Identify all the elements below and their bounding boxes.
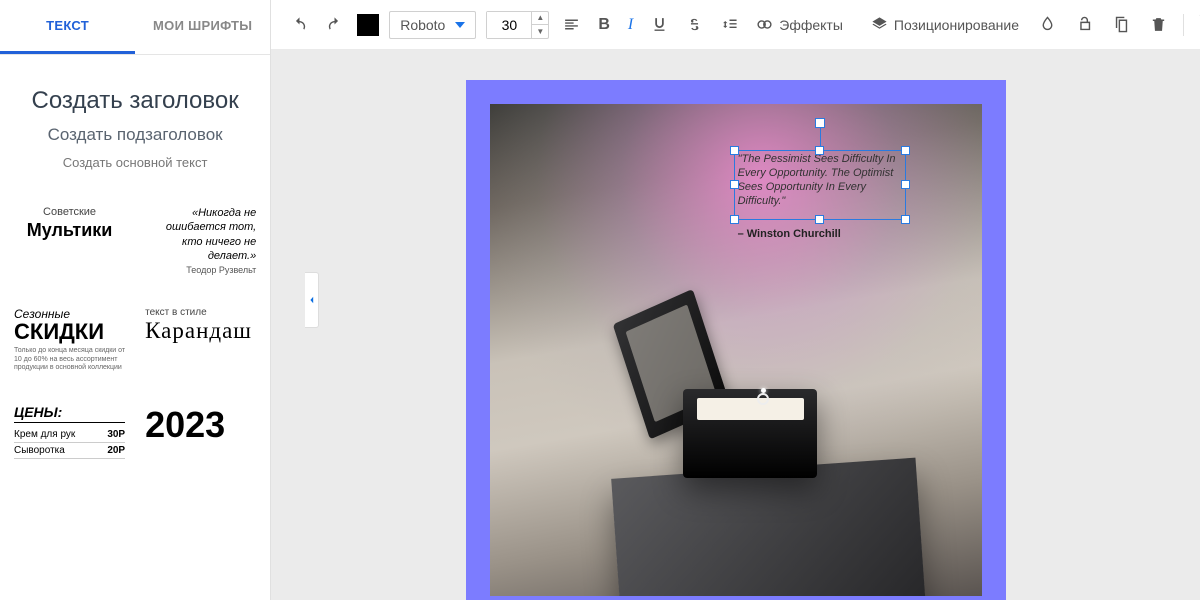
collapse-sidebar-button[interactable] [305,272,319,328]
create-subheading[interactable]: Создать подзаголовок [16,125,254,145]
create-body-text[interactable]: Создать основной текст [16,155,254,170]
align-button[interactable] [559,12,584,37]
template-year[interactable]: 2023 [139,396,262,476]
separator [1183,14,1184,36]
template-text: СКИДКИ [14,321,125,343]
template-text: Мультики [14,220,125,241]
caret-down-icon [455,22,465,28]
price-name: Сыворотка [14,445,65,456]
photo-ring-box [667,330,834,478]
droplet-icon [1039,16,1056,33]
resize-handle-tl[interactable] [730,146,739,155]
italic-button[interactable]: I [624,12,637,38]
text-template-gallery[interactable]: Советские Мультики «Никогда не ошибается… [0,190,270,600]
line-spacing-button[interactable] [717,12,742,37]
layers-icon [871,16,888,33]
canvas-attribution-text[interactable]: – Winston Churchill [738,228,841,240]
font-size-input[interactable]: ▲ ▼ [486,11,549,39]
toolbar-right: Позиционирование [867,12,1184,37]
template-text: 2023 [145,404,256,446]
rotation-handle[interactable] [815,118,825,128]
template-soviet[interactable]: Советские Мультики [8,198,131,283]
undo-button[interactable] [287,12,312,37]
redo-button[interactable] [322,12,347,37]
chevron-left-icon [308,296,316,304]
template-text: ЦЕНЫ: [14,404,125,423]
font-size-field[interactable] [487,12,531,38]
copy-icon [1113,16,1130,33]
list-item: Крем для рук 30Р [14,427,125,443]
template-text: «Никогда не ошибается тот, кто ничего не… [145,206,256,263]
price-name: Крем для рук [14,429,75,440]
canvas-image[interactable]: "The Pessimist Sees Difficulty In Every … [490,104,982,596]
align-left-icon [563,16,580,33]
template-season-sale[interactable]: Сезонные СКИДКИ Только до конца месяца с… [8,299,131,380]
resize-handle-mr[interactable] [901,180,910,189]
template-text: Только до конца месяца скидки от 10 до 6… [14,347,125,372]
resize-handle-bm[interactable] [815,215,824,224]
font-family-select[interactable]: Roboto [389,11,476,39]
effects-button[interactable]: Эффекты [752,12,847,37]
bold-button[interactable]: B [594,12,614,38]
trash-icon [1150,16,1167,33]
strikethrough-icon [686,16,703,33]
bold-icon: B [598,16,610,33]
canvas-viewport[interactable]: "The Pessimist Sees Difficulty In Every … [271,50,1200,600]
lock-button[interactable] [1072,12,1097,37]
resize-handle-ml[interactable] [730,180,739,189]
resize-handle-bl[interactable] [730,215,739,224]
text-style-presets: Создать заголовок Создать подзаголовок С… [0,55,270,190]
template-text: Советские [14,206,125,218]
delete-button[interactable] [1146,12,1171,37]
create-heading[interactable]: Создать заголовок [16,87,254,115]
list-item: Сыворотка 20Р [14,443,125,459]
price-value: 30Р [107,429,125,440]
undo-icon [291,16,308,33]
template-quote[interactable]: «Никогда не ошибается тот, кто ничего не… [139,198,262,283]
italic-icon: I [628,16,633,33]
font-family-value: Roboto [400,17,445,33]
toolbar: Roboto ▲ ▼ B I Эффекты Позиционирование [271,0,1200,50]
photo-pedestal [611,458,930,596]
resize-handle-tm[interactable] [815,146,824,155]
template-text: Карандаш [145,318,256,344]
strikethrough-button[interactable] [682,12,707,37]
main-area: Roboto ▲ ▼ B I Эффекты Позиционирование [271,0,1200,600]
line-spacing-icon [721,16,738,33]
underline-button[interactable] [647,12,672,37]
size-spinner: ▲ ▼ [531,12,548,38]
template-text: Теодор Рузвельт [145,265,256,275]
effects-icon [756,16,773,33]
template-text: текст в стиле [145,307,256,318]
resize-handle-tr[interactable] [901,146,910,155]
size-up-button[interactable]: ▲ [532,12,548,25]
resize-handle-br[interactable] [901,215,910,224]
template-pencil[interactable]: текст в стиле Карандаш [139,299,262,380]
text-color-swatch[interactable] [357,14,379,36]
effects-label: Эффекты [779,17,843,33]
artboard[interactable]: "The Pessimist Sees Difficulty In Every … [466,80,1006,600]
underline-icon [651,16,668,33]
unlock-icon [1076,16,1093,33]
size-down-button[interactable]: ▼ [532,25,548,38]
opacity-button[interactable] [1035,12,1060,37]
positioning-label: Позиционирование [894,17,1019,33]
tab-text[interactable]: ТЕКСТ [0,0,135,54]
positioning-button[interactable]: Позиционирование [867,12,1023,37]
sidebar-tabs: ТЕКСТ МОИ ШРИФТЫ [0,0,270,55]
redo-icon [326,16,343,33]
template-prices[interactable]: ЦЕНЫ: Крем для рук 30Р Сыворотка 20Р [8,396,131,476]
sidebar: ТЕКСТ МОИ ШРИФТЫ Создать заголовок Созда… [0,0,271,600]
tab-myfonts[interactable]: МОИ ШРИФТЫ [135,0,270,54]
duplicate-button[interactable] [1109,12,1134,37]
price-value: 20Р [107,445,125,456]
selection-box[interactable] [734,150,906,220]
